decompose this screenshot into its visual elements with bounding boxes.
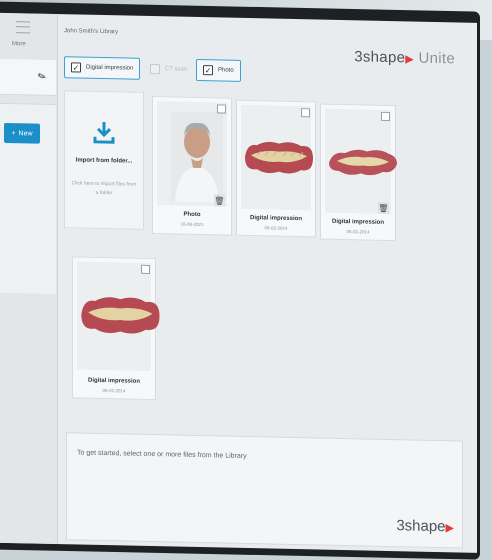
- hamburger-icon[interactable]: [16, 21, 30, 34]
- select-checkbox[interactable]: [301, 108, 310, 118]
- portrait-image: [171, 111, 223, 203]
- select-checkbox[interactable]: [381, 111, 390, 122]
- library-main: John Smith's Library 3shape▶ Unite ✓ Dig…: [58, 14, 477, 553]
- more-label: More: [12, 41, 26, 48]
- dental-scan-image: [329, 149, 397, 176]
- filter-ct-scan[interactable]: CT scan: [144, 58, 193, 81]
- select-checkbox[interactable]: [141, 264, 150, 274]
- more-menu[interactable]: More: [0, 19, 52, 56]
- file-name: Photo: [183, 211, 201, 219]
- dental-scan-image: [245, 141, 313, 174]
- photo-thumbnail: [157, 101, 227, 207]
- file-grid: Import from folder... Click here to impo…: [64, 88, 457, 416]
- dental-scan-image: [81, 297, 160, 334]
- filter-digital-impression[interactable]: ✓ Digital impression: [64, 56, 141, 80]
- file-card-photo[interactable]: 🗑 Photo 16-08-2021: [152, 96, 232, 236]
- file-name: Digital impression: [249, 215, 302, 223]
- file-name: Digital impression: [87, 377, 140, 385]
- filter-photo[interactable]: ✓ Photo: [196, 58, 241, 82]
- new-button-label: New: [18, 129, 33, 138]
- patient-card[interactable]: ✎: [0, 58, 56, 97]
- file-card-impression[interactable]: 🗑 Digital impression 06-02-2014: [320, 103, 397, 242]
- impression-thumbnail: [241, 104, 313, 211]
- impression-thumbnail: [77, 261, 160, 372]
- new-button[interactable]: + New: [4, 122, 40, 144]
- filter-label: Digital impression: [86, 64, 134, 72]
- filter-label: CT scan: [165, 66, 188, 73]
- file-date: 16-08-2021: [180, 221, 204, 228]
- file-card-impression[interactable]: Digital impression 06-02-2014: [236, 99, 316, 238]
- file-name: Digital impression: [331, 218, 384, 226]
- app-window: More ✎ + New ➜ John Smith's Library 3sha…: [0, 12, 477, 553]
- select-checkbox[interactable]: [217, 104, 226, 114]
- checkbox-disabled-icon[interactable]: [150, 63, 160, 75]
- getting-started-message: To get started, select one or more files…: [77, 449, 247, 461]
- footer-logo: 3shape▶: [396, 517, 454, 536]
- impression-thumbnail: [325, 108, 397, 215]
- sidebar: More ✎ + New ➜: [0, 12, 58, 545]
- file-date: 06-02-2014: [264, 225, 288, 231]
- import-title: Import from folder...: [75, 157, 133, 165]
- app-logo: 3shape▶ Unite: [354, 48, 455, 68]
- filter-label: Photo: [218, 67, 234, 74]
- import-hint: Click here to import files from a folder: [71, 180, 137, 197]
- file-date: 06-02-2014: [102, 387, 126, 394]
- library-title: John Smith's Library: [64, 28, 119, 36]
- file-date: 06-02-2014: [346, 229, 370, 235]
- plus-icon: +: [11, 129, 16, 137]
- download-arrow-icon: [93, 121, 115, 144]
- trash-icon[interactable]: 🗑: [214, 194, 225, 207]
- trash-icon[interactable]: 🗑: [378, 201, 389, 214]
- pencil-icon[interactable]: ✎: [36, 71, 48, 84]
- import-from-folder-tile[interactable]: Import from folder... Click here to impo…: [64, 90, 144, 230]
- checkbox-checked-icon[interactable]: ✓: [71, 62, 81, 73]
- checkbox-checked-icon[interactable]: ✓: [203, 65, 213, 76]
- file-card-impression[interactable]: Digital impression 06-02-2014: [72, 256, 160, 401]
- status-panel: To get started, select one or more files…: [66, 432, 463, 549]
